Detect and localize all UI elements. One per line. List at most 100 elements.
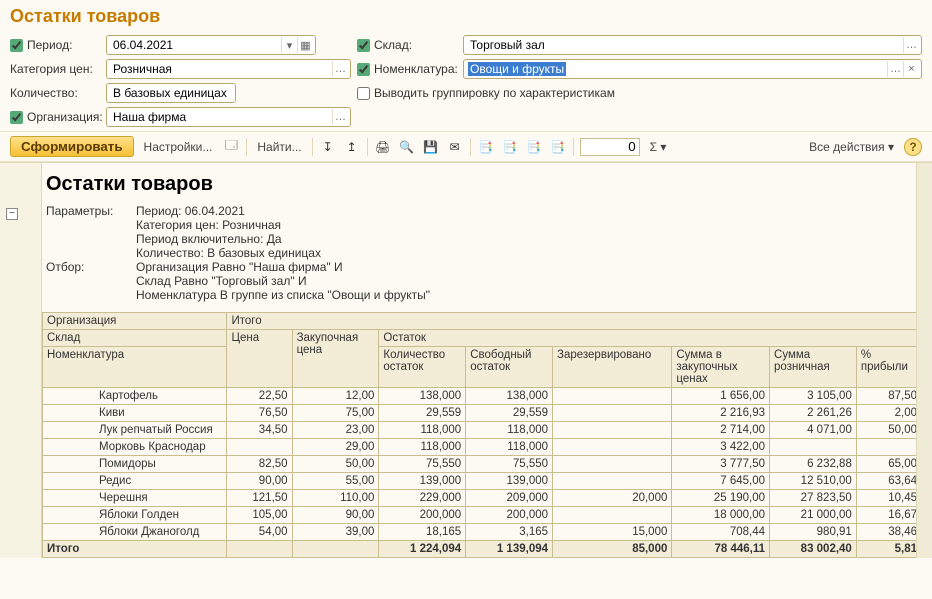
mail-icon[interactable]: ✉ bbox=[446, 138, 464, 156]
period-input[interactable] bbox=[111, 37, 281, 53]
cell-free: 200,000 bbox=[466, 507, 553, 524]
cell-name: Яблоки Джаноголд bbox=[43, 524, 227, 541]
calendar-icon[interactable]: ▦ bbox=[297, 37, 313, 53]
group-by-char-label: Выводить группировку по характеристикам bbox=[374, 86, 615, 100]
cell-pprice: 50,00 bbox=[292, 456, 379, 473]
ellipsis-icon[interactable]: … bbox=[332, 109, 348, 125]
cell-free: 138,000 bbox=[466, 388, 553, 405]
cell-qty: 118,000 bbox=[379, 422, 466, 439]
warehouse-input[interactable] bbox=[468, 37, 903, 53]
cell-pprice: 29,00 bbox=[292, 439, 379, 456]
table-row[interactable]: Картофель22,5012,00138,000138,0001 656,0… bbox=[43, 388, 917, 405]
form-button[interactable]: Сформировать bbox=[10, 136, 134, 157]
cell-res bbox=[553, 405, 672, 422]
table-row[interactable]: Морковь Краснодар29,00118,000118,0003 42… bbox=[43, 439, 917, 456]
warehouse-label: Склад: bbox=[374, 38, 412, 52]
cell-spur: 25 190,00 bbox=[672, 490, 770, 507]
preview-icon[interactable]: 🔍 bbox=[398, 138, 416, 156]
qty-input[interactable] bbox=[111, 85, 270, 101]
cell-price: 82,50 bbox=[227, 456, 292, 473]
help-icon[interactable]: ? bbox=[904, 138, 922, 156]
price-cat-field[interactable]: … bbox=[106, 59, 351, 79]
save-icon[interactable]: 💾 bbox=[422, 138, 440, 156]
cell-name: Яблоки Голден bbox=[43, 507, 227, 524]
nomen-value-selected[interactable]: Овощи и фрукты bbox=[468, 62, 566, 76]
cell-qty: 200,000 bbox=[379, 507, 466, 524]
col-purchase-price: Закупочная цена bbox=[292, 330, 379, 388]
variant4-icon[interactable]: 📑 bbox=[549, 138, 567, 156]
all-actions-button[interactable]: Все действия ▾ bbox=[805, 140, 898, 154]
ellipsis-icon[interactable]: … bbox=[332, 61, 348, 77]
table-row[interactable]: Редис90,0055,00139,000139,0007 645,0012 … bbox=[43, 473, 917, 490]
period-field[interactable]: ▾ ▦ bbox=[106, 35, 316, 55]
org-checkbox[interactable] bbox=[10, 111, 23, 124]
cell-res bbox=[553, 507, 672, 524]
col-qty-rem: Количество остаток bbox=[379, 347, 466, 388]
warehouse-checkbox[interactable] bbox=[357, 39, 370, 52]
find-button[interactable]: Найти... bbox=[253, 140, 305, 154]
cell-price: 22,50 bbox=[227, 388, 292, 405]
org-field[interactable]: … bbox=[106, 107, 351, 127]
cell-res bbox=[553, 388, 672, 405]
ellipsis-icon[interactable]: … bbox=[903, 37, 919, 53]
period-checkbox[interactable] bbox=[10, 39, 23, 52]
cell-sret: 6 232,88 bbox=[770, 456, 857, 473]
settings-icon[interactable]: 🗔 bbox=[222, 138, 240, 156]
cell-price: 34,50 bbox=[227, 422, 292, 439]
cell-price: 90,00 bbox=[227, 473, 292, 490]
filter-line: Номенклатура В группе из списка "Овощи и… bbox=[136, 288, 430, 302]
table-row[interactable]: Киви76,5075,0029,55929,5592 216,932 261,… bbox=[43, 405, 917, 422]
separator bbox=[312, 138, 313, 156]
ellipsis-icon[interactable]: … bbox=[887, 61, 903, 77]
cell-price: 121,50 bbox=[227, 490, 292, 507]
cell-res bbox=[553, 456, 672, 473]
dropdown-icon[interactable]: ▾ bbox=[281, 37, 297, 53]
cell-sret: 980,91 bbox=[770, 524, 857, 541]
cell-pct bbox=[856, 439, 916, 456]
cell-pprice: 39,00 bbox=[292, 524, 379, 541]
group-by-char-checkbox[interactable] bbox=[357, 87, 370, 100]
cell-pct: 10,45 bbox=[856, 490, 916, 507]
variant-icon[interactable]: 📑 bbox=[477, 138, 495, 156]
cell-qty: 138,000 bbox=[379, 388, 466, 405]
sigma-button[interactable]: Σ ▾ bbox=[646, 140, 671, 154]
filter-line: Склад Равно "Торговый зал" И bbox=[136, 274, 430, 288]
cell-spur: 3 422,00 bbox=[672, 439, 770, 456]
period-label: Период: bbox=[27, 38, 72, 52]
expand-icon[interactable]: ↥ bbox=[343, 138, 361, 156]
nomen-checkbox[interactable] bbox=[357, 63, 370, 76]
org-label: Организация: bbox=[27, 110, 103, 124]
cell-name: Морковь Краснодар bbox=[43, 439, 227, 456]
table-row[interactable]: Яблоки Голден105,0090,00200,000200,00018… bbox=[43, 507, 917, 524]
qty-field[interactable] bbox=[106, 83, 236, 103]
separator bbox=[470, 138, 471, 156]
param-line: Категория цен: Розничная bbox=[136, 218, 321, 232]
table-row[interactable]: Помидоры82,5050,0075,55075,5503 777,506 … bbox=[43, 456, 917, 473]
cell-free: 209,000 bbox=[466, 490, 553, 507]
cell-pprice: 90,00 bbox=[292, 507, 379, 524]
vertical-scrollbar[interactable] bbox=[916, 163, 932, 558]
variant2-icon[interactable]: 📑 bbox=[501, 138, 519, 156]
counter-input[interactable] bbox=[580, 138, 640, 156]
cell-sret: 27 823,50 bbox=[770, 490, 857, 507]
collapse-node-icon[interactable]: − bbox=[6, 208, 18, 220]
outline-gutter: − bbox=[0, 163, 42, 558]
clear-icon[interactable]: × bbox=[903, 61, 919, 77]
param-line: Период включительно: Да bbox=[136, 232, 321, 246]
separator bbox=[367, 138, 368, 156]
print-icon[interactable]: 🖨 bbox=[374, 138, 392, 156]
variant3-icon[interactable]: 📑 bbox=[525, 138, 543, 156]
cell-free: 139,000 bbox=[466, 473, 553, 490]
cell-price: 105,00 bbox=[227, 507, 292, 524]
collapse-icon[interactable]: ↧ bbox=[319, 138, 337, 156]
nomen-field[interactable]: Овощи и фрукты … × bbox=[463, 59, 922, 79]
table-row[interactable]: Лук репчатый Россия34,5023,00118,000118,… bbox=[43, 422, 917, 439]
cell-qty: 229,000 bbox=[379, 490, 466, 507]
table-row[interactable]: Черешня121,50110,00229,000209,00020,0002… bbox=[43, 490, 917, 507]
warehouse-field[interactable]: … bbox=[463, 35, 922, 55]
cell-spur: 2 216,93 bbox=[672, 405, 770, 422]
price-cat-input[interactable] bbox=[111, 61, 332, 77]
settings-button[interactable]: Настройки... bbox=[140, 140, 217, 154]
table-row[interactable]: Яблоки Джаноголд54,0039,0018,1653,16515,… bbox=[43, 524, 917, 541]
org-input[interactable] bbox=[111, 109, 332, 125]
